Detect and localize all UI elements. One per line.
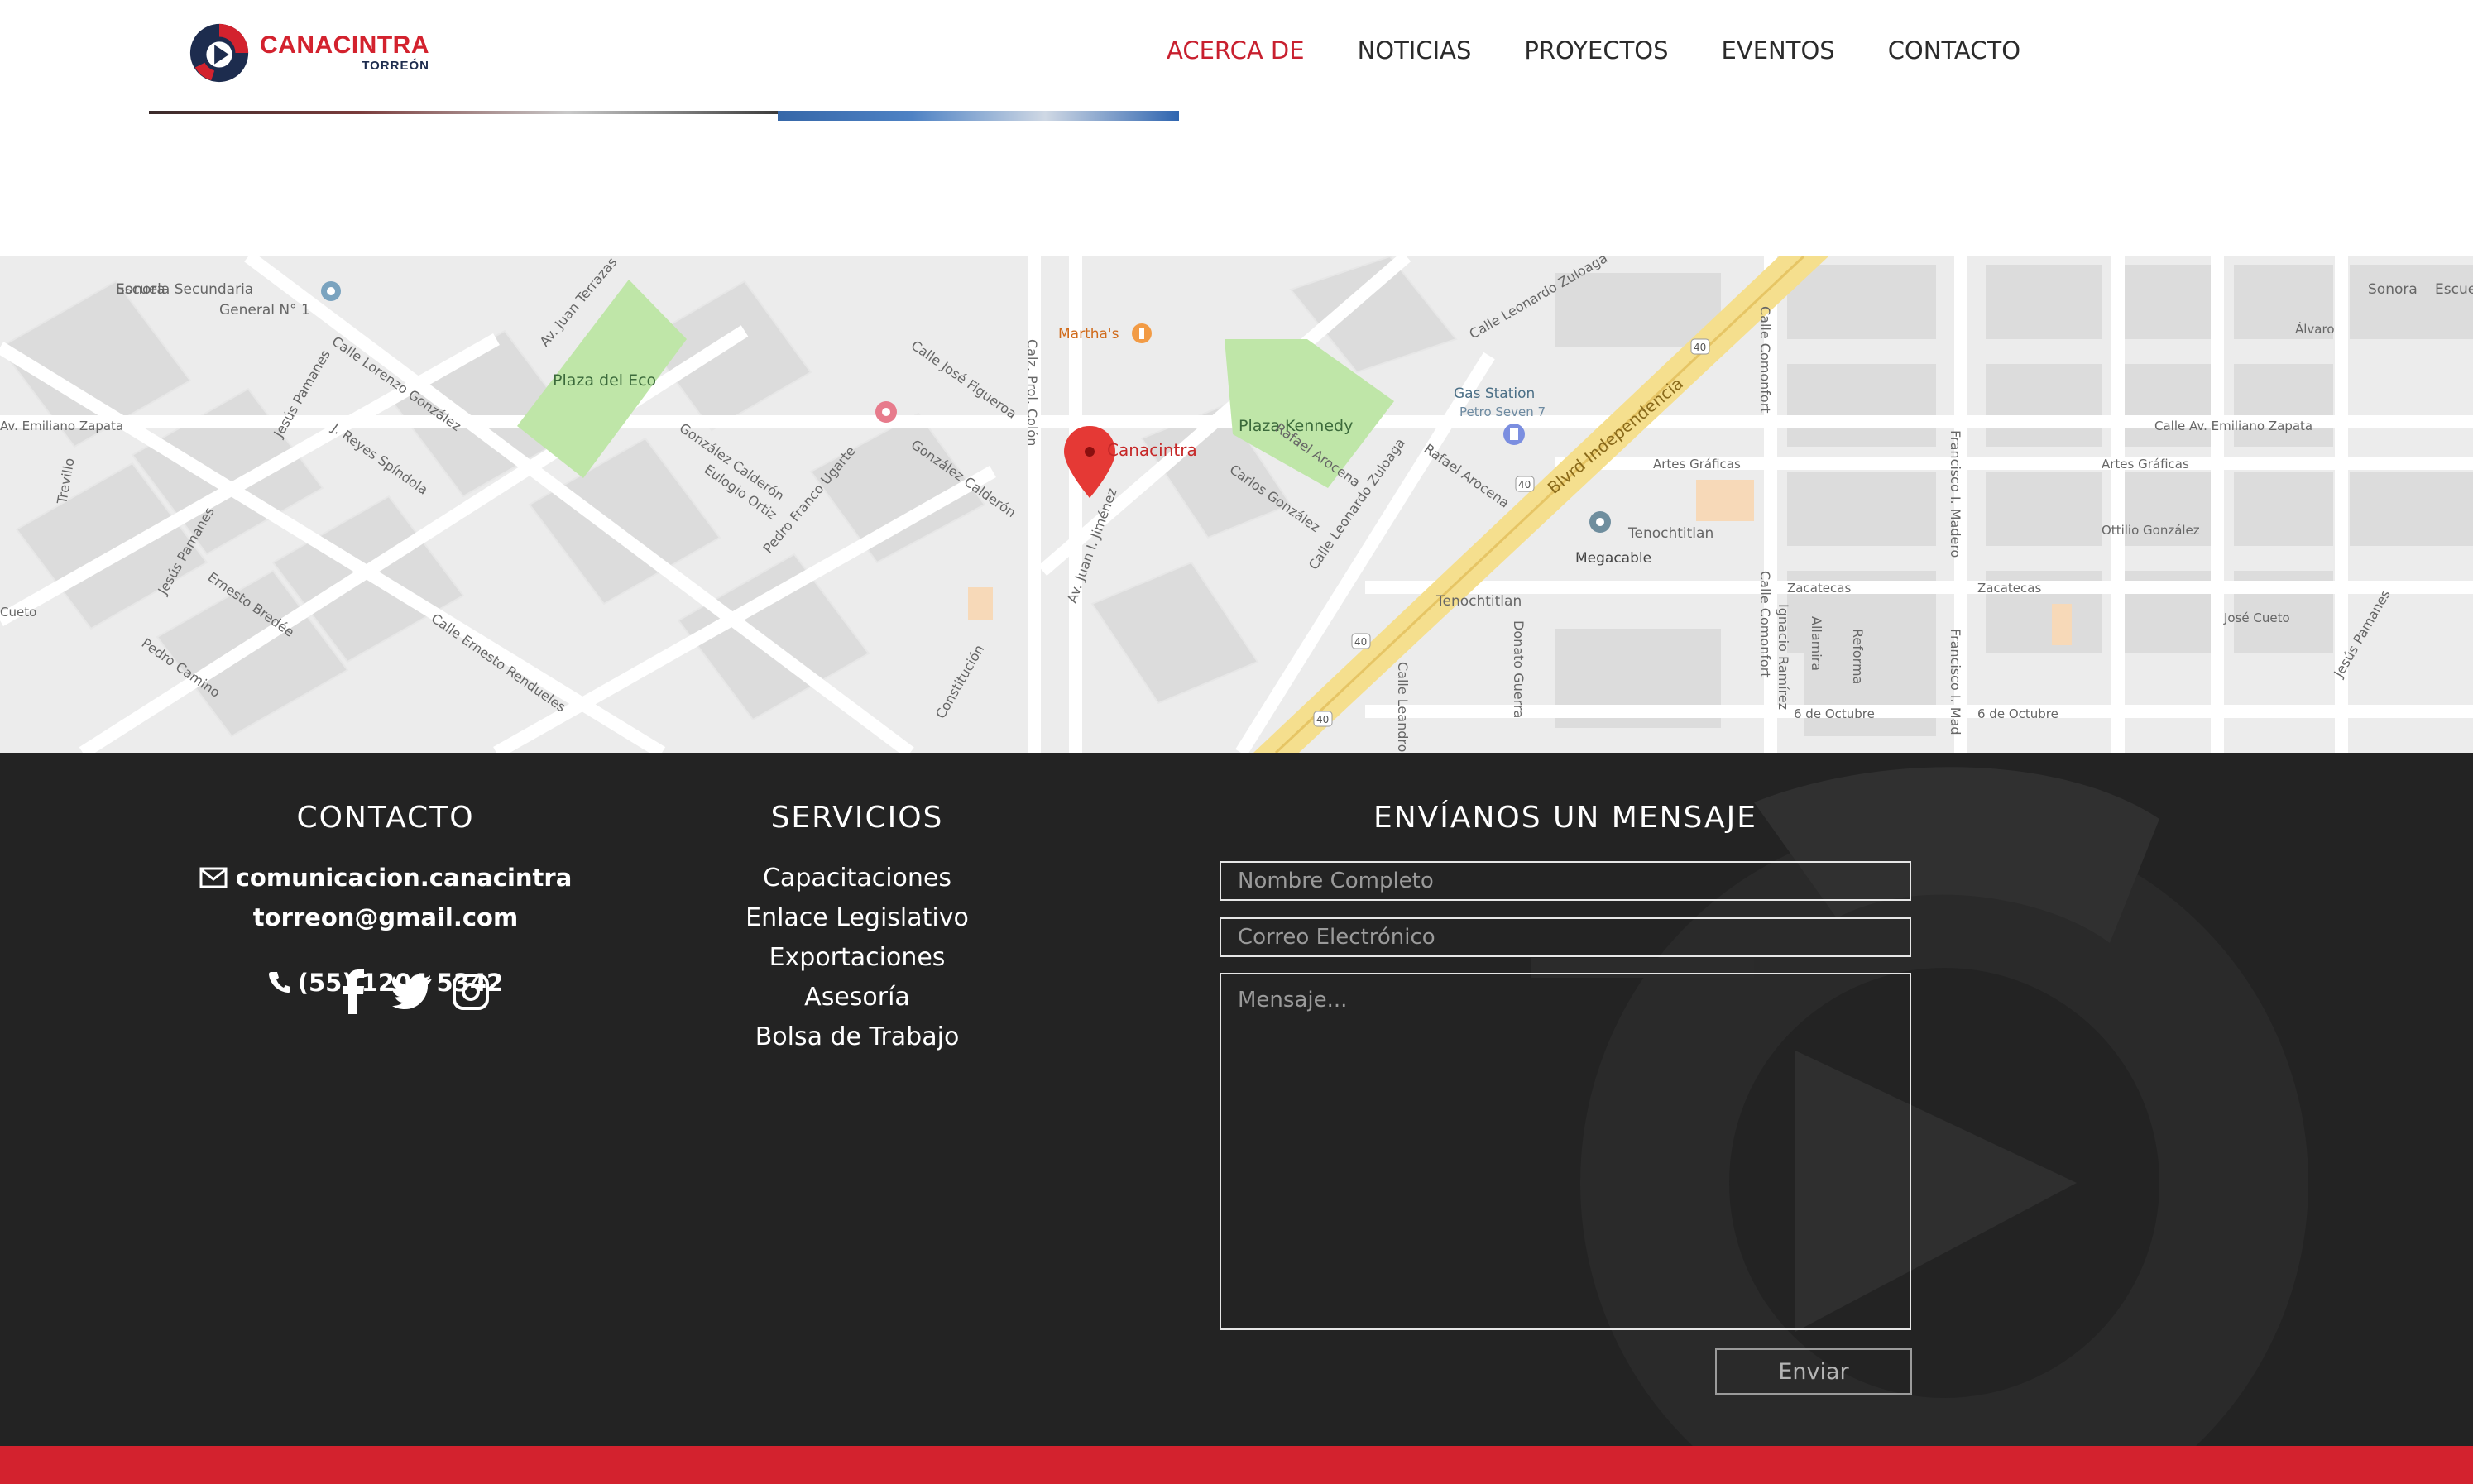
service-link[interactable]: Enlace Legislativo — [692, 903, 1023, 932]
nav-item-eventos[interactable]: EVENTOS — [1722, 36, 1835, 65]
svg-text:Megacable: Megacable — [1575, 550, 1651, 567]
svg-text:Zacatecas: Zacatecas — [1787, 581, 1851, 596]
facebook-icon[interactable] — [339, 969, 369, 1018]
poi-restaurant-icon — [1132, 323, 1152, 343]
service-link[interactable]: Asesoría — [692, 983, 1023, 1012]
svg-text:Álvaro: Álvaro — [2295, 321, 2335, 337]
svg-text:40: 40 — [1316, 714, 1329, 725]
svg-text:40: 40 — [1694, 342, 1706, 353]
service-link[interactable]: Exportaciones — [692, 943, 1023, 972]
map-marker-label: Canacintra — [1107, 440, 1197, 460]
svg-text:Artes Gráficas: Artes Gráficas — [2102, 457, 2189, 472]
email-link[interactable]: comunicacion.canacintra — [179, 864, 592, 895]
name-field[interactable] — [1220, 861, 1911, 901]
svg-text:40: 40 — [1354, 636, 1367, 648]
svg-text:Sonora: Sonora — [2368, 281, 2418, 298]
svg-text:Sonora: Sonora — [116, 281, 165, 298]
svg-text:6 de Octubre: 6 de Octubre — [1977, 706, 2058, 721]
poi-megacable-icon — [1589, 511, 1611, 533]
svg-text:Donato Guerra: Donato Guerra — [1511, 620, 1526, 718]
service-link[interactable]: Bolsa de Trabajo — [692, 1022, 1023, 1051]
svg-text:40: 40 — [1518, 479, 1531, 491]
svg-text:Martha's: Martha's — [1058, 326, 1119, 342]
hero-image-edge-blue — [778, 111, 1179, 121]
location-map[interactable]: Escuela Secundaria General N° 1 Plaza de… — [0, 256, 2473, 753]
svg-text:Calz. Prol. Colón: Calz. Prol. Colón — [1024, 339, 1040, 446]
svg-text:Ottilio González: Ottilio González — [2102, 523, 2200, 538]
svg-text:General N° 1: General N° 1 — [219, 302, 310, 318]
svg-text:Tenochtitlan: Tenochtitlan — [1627, 525, 1713, 542]
site-header: CANACINTRA TORREÓN ACERCA DE NOTICIAS PR… — [0, 0, 2473, 121]
svg-text:Calle Comonfort: Calle Comonfort — [1757, 571, 1773, 678]
svg-text:6 de Octubre: 6 de Octubre — [1794, 706, 1875, 721]
svg-text:Zacatecas: Zacatecas — [1977, 581, 2041, 596]
instagram-icon[interactable] — [452, 969, 490, 1018]
brand-name: CANACINTRA — [260, 31, 429, 59]
svg-text:Cueto: Cueto — [0, 605, 36, 620]
svg-text:José Cueto: José Cueto — [2223, 610, 2290, 625]
phone-icon — [268, 970, 291, 999]
bottom-bar — [0, 1446, 2473, 1484]
svg-text:Francisco I. Mad: Francisco I. Mad — [1948, 629, 1963, 735]
poi-building-icon — [875, 401, 897, 423]
svg-text:Calle Av. Emiliano Zapata: Calle Av. Emiliano Zapata — [2154, 419, 2312, 433]
poi-school-icon — [321, 281, 341, 301]
nav-item-acerca-de[interactable]: ACERCA DE — [1167, 36, 1305, 65]
brand-logo[interactable]: CANACINTRA TORREÓN — [187, 18, 435, 88]
message-field[interactable] — [1220, 973, 1911, 1330]
svg-text:Petro Seven 7: Petro Seven 7 — [1459, 405, 1546, 419]
social-links — [339, 969, 490, 1018]
email-line-2[interactable]: torreon@gmail.com — [179, 903, 592, 931]
brand-city: TORREÓN — [362, 59, 429, 73]
twitter-icon[interactable] — [392, 969, 432, 1018]
nav-item-proyectos[interactable]: PROYECTOS — [1524, 36, 1668, 65]
hero-image-edge — [149, 111, 778, 114]
svg-text:Av. Emiliano Zapata: Av. Emiliano Zapata — [0, 419, 123, 433]
site-footer: CONTACTO comunicacion.canacintra torreon… — [0, 753, 2473, 1446]
nav-item-noticias[interactable]: NOTICIAS — [1358, 36, 1472, 65]
canacintra-logo-icon — [189, 23, 249, 83]
svg-text:Ignacio Ramírez: Ignacio Ramírez — [1776, 604, 1791, 710]
svg-text:Calle Leandro: Calle Leandro — [1395, 662, 1411, 752]
send-button[interactable]: Enviar — [1715, 1348, 1912, 1395]
svg-text:Escuela: Escuela — [2435, 281, 2473, 298]
svg-text:Tenochtitlan: Tenochtitlan — [1435, 593, 1522, 610]
contact-title: CONTACTO — [296, 801, 475, 835]
map-canvas[interactable]: Escuela Secundaria General N° 1 Plaza de… — [0, 256, 2473, 753]
email-field[interactable] — [1220, 917, 1911, 957]
svg-text:Gas Station: Gas Station — [1454, 385, 1535, 402]
form-title: ENVÍANOS UN MENSAJE — [1373, 801, 1758, 835]
svg-text:Calle Comonfort: Calle Comonfort — [1757, 306, 1773, 414]
svg-text:Artes Gráficas: Artes Gráficas — [1653, 457, 1741, 472]
svg-text:Reforma: Reforma — [1850, 629, 1866, 684]
envelope-icon — [199, 866, 228, 895]
svg-text:Francisco I. Madero: Francisco I. Madero — [1948, 430, 1963, 558]
nav-item-contacto[interactable]: CONTACTO — [1888, 36, 2020, 65]
svg-text:Allamira: Allamira — [1809, 616, 1824, 671]
poi-gas-station-icon — [1503, 424, 1525, 445]
svg-text:Plaza del Eco: Plaza del Eco — [553, 371, 656, 390]
email-line-1: comunicacion.canacintra — [235, 864, 573, 892]
services-title: SERVICIOS — [770, 801, 944, 835]
service-link[interactable]: Capacitaciones — [692, 864, 1023, 893]
main-nav: ACERCA DE NOTICIAS PROYECTOS EVENTOS CON… — [1167, 36, 2073, 65]
